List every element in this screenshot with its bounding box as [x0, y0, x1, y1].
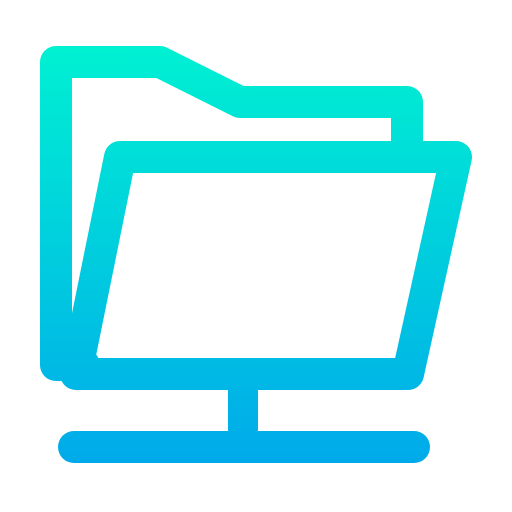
folder-front-panel — [60, 141, 472, 390]
network-folder-icon — [40, 46, 472, 463]
icon-canvas — [0, 0, 512, 512]
